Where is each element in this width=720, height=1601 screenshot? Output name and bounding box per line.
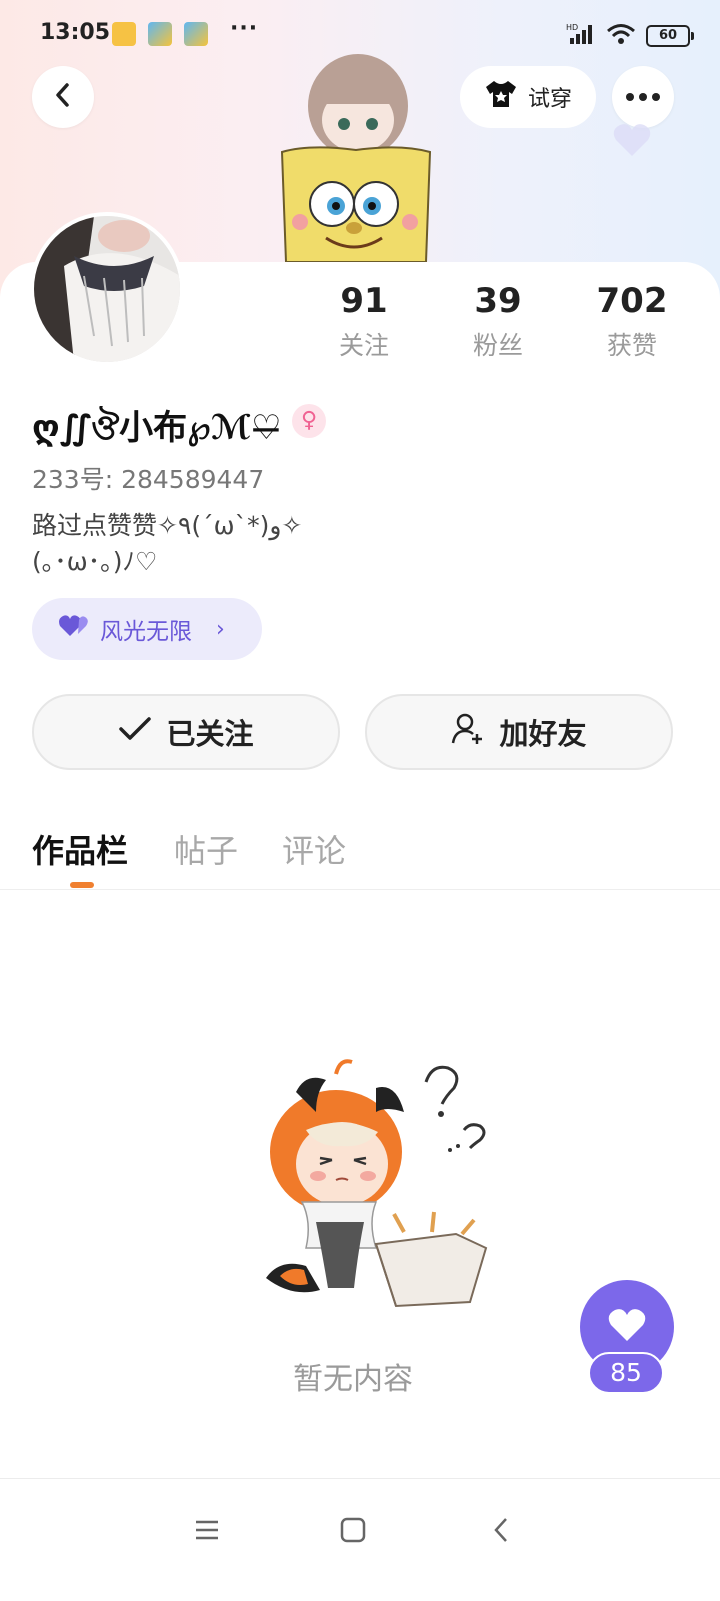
honor-badge[interactable]: 风光无限 › bbox=[32, 598, 262, 660]
stat-likes[interactable]: 702 获赞 bbox=[572, 280, 692, 362]
bio-line: 路过点赞赞✧٩(ˊωˋ*)و✧ bbox=[32, 511, 303, 540]
try-on-label: 试穿 bbox=[527, 87, 572, 112]
stat-label: 获赞 bbox=[606, 331, 657, 360]
heart-icon bbox=[607, 1307, 647, 1347]
more-button[interactable] bbox=[612, 66, 674, 128]
battery-icon: 60 bbox=[646, 25, 694, 47]
status-indicators: HD 60 bbox=[566, 22, 694, 50]
stat-following[interactable]: 91 关注 bbox=[304, 280, 424, 362]
mascot-illustration bbox=[270, 52, 440, 264]
tab-posts[interactable]: 帖子 bbox=[174, 826, 238, 872]
bio-line: (｡･ω･｡)ﾉ♡ bbox=[32, 547, 158, 576]
avatar[interactable] bbox=[30, 212, 184, 366]
bio: 路过点赞赞✧٩(ˊωˋ*)و✧ (｡･ω･｡)ﾉ♡ bbox=[32, 508, 302, 580]
like-count: 85 bbox=[588, 1352, 664, 1394]
wifi-icon bbox=[606, 22, 636, 50]
tab-indicator bbox=[70, 882, 94, 888]
female-icon: ♀ bbox=[292, 404, 326, 438]
stat-value: 91 bbox=[340, 281, 388, 321]
stat-value: 39 bbox=[474, 281, 522, 321]
notification-app-icon bbox=[148, 22, 172, 46]
content-tabs: 作品栏 帖子 评论 bbox=[32, 826, 712, 890]
stat-label: 关注 bbox=[338, 331, 389, 360]
chevron-left-icon bbox=[52, 82, 74, 112]
empty-state-illustration bbox=[236, 1052, 500, 1316]
followed-button[interactable]: 已关注 bbox=[32, 694, 340, 770]
add-friend-icon bbox=[451, 712, 485, 753]
stat-label: 粉丝 bbox=[472, 331, 523, 360]
back-nav-icon[interactable] bbox=[490, 1517, 512, 1547]
tshirt-icon bbox=[484, 79, 518, 115]
more-icon bbox=[626, 93, 660, 101]
user-id: 233号: 284589447 bbox=[32, 465, 265, 494]
status-more: ··· bbox=[230, 16, 259, 41]
followed-label: 已关注 bbox=[166, 717, 254, 751]
tab-works[interactable]: 作品栏 bbox=[32, 826, 128, 872]
stat-value: 702 bbox=[596, 281, 668, 321]
tab-comments[interactable]: 评论 bbox=[282, 826, 346, 872]
signal-icon: HD bbox=[566, 22, 596, 50]
check-icon bbox=[118, 715, 152, 750]
add-friend-label: 加好友 bbox=[499, 717, 587, 751]
network-label: HD bbox=[566, 23, 578, 32]
try-on-button[interactable]: 试穿 bbox=[460, 66, 596, 128]
status-time: 13:05 bbox=[40, 20, 111, 45]
honor-label: 风光无限 bbox=[100, 619, 192, 645]
nickname: ღ∬ঔ小布℘ℳ♡̶ bbox=[32, 408, 282, 448]
back-button[interactable] bbox=[32, 66, 94, 128]
divider bbox=[0, 889, 720, 890]
system-nav-bar bbox=[0, 1478, 720, 1601]
notification-app-icon bbox=[184, 22, 208, 46]
home-icon[interactable] bbox=[340, 1517, 366, 1547]
stat-followers[interactable]: 39 粉丝 bbox=[438, 280, 558, 362]
floating-heart-icon bbox=[612, 122, 652, 162]
notification-app-icon bbox=[112, 22, 136, 46]
chevron-right-icon: › bbox=[216, 616, 225, 642]
menu-icon[interactable] bbox=[194, 1517, 220, 1547]
add-friend-button[interactable]: 加好友 bbox=[365, 694, 673, 770]
purple-heart-icon bbox=[58, 614, 90, 644]
